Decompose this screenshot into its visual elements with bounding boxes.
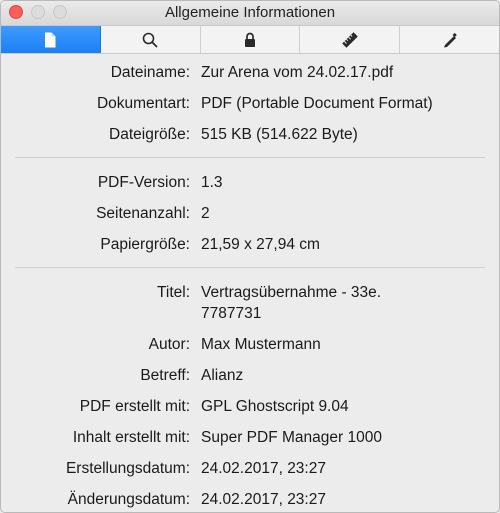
pdf-producer-value: GPL Ghostscript 9.04: [201, 398, 349, 415]
subject-value: Alianz: [201, 367, 244, 384]
title-value: Vertragsübernahme - 33e. 7787731: [201, 284, 382, 322]
creation-date-value: 24.02.2017, 23:27: [201, 460, 326, 477]
title-label: Titel:: [156, 284, 190, 301]
lock-icon: [244, 32, 256, 48]
section-divider: [15, 267, 485, 268]
minimize-window-button[interactable]: [31, 5, 45, 19]
document-icon: [44, 32, 56, 48]
ruler-icon: [341, 31, 359, 49]
document-type-value: PDF (Portable Document Format): [201, 95, 433, 112]
subject-label: Betreff:: [140, 367, 190, 384]
info-row-pdf-producer: PDF erstellt mit: GPL Ghostscript 9.04: [1, 396, 499, 417]
info-row-paper-size: Papiergröße: 21,59 x 27,94 cm: [1, 234, 499, 255]
author-label: Autor:: [148, 336, 190, 353]
tab-annotations[interactable]: [400, 26, 499, 53]
tab-encryption[interactable]: [201, 26, 301, 53]
inspector-toolbar: [1, 25, 499, 54]
file-size-value: 515 KB (514.622 Byte): [201, 126, 358, 143]
pdf-version-value: 1.3: [201, 174, 223, 191]
modification-date-value: 24.02.2017, 23:27: [201, 491, 326, 508]
info-row-page-count: Seitenanzahl: 2: [1, 203, 499, 224]
info-window: Allgemeine Informationen Dateiname: Zur …: [0, 0, 500, 513]
info-row-document-type: Dokumentart: PDF (Portable Document Form…: [1, 93, 499, 114]
pencil-icon: [442, 32, 458, 48]
info-row-modification-date: Änderungsdatum: 24.02.2017, 23:27: [1, 489, 499, 510]
info-row-author: Autor: Max Mustermann: [1, 334, 499, 355]
file-size-label: Dateigröße:: [109, 126, 190, 143]
info-row-title: Titel: Vertragsübernahme - 33e. 7787731: [1, 282, 499, 324]
pdf-producer-label: PDF erstellt mit:: [79, 398, 190, 415]
info-row-pdf-version: PDF-Version: 1.3: [1, 172, 499, 193]
page-count-label: Seitenanzahl:: [96, 205, 190, 222]
tab-cropping[interactable]: [300, 26, 401, 53]
window-title: Allgemeine Informationen: [164, 4, 336, 21]
creation-date-label: Erstellungsdatum:: [65, 460, 190, 477]
window-controls: [9, 5, 67, 19]
paper-size-label: Papiergröße:: [100, 236, 190, 253]
zoom-window-button[interactable]: [53, 5, 67, 19]
page-count-value: 2: [201, 205, 210, 222]
info-row-filename: Dateiname: Zur Arena vom 24.02.17.pdf: [1, 62, 499, 83]
author-value: Max Mustermann: [201, 336, 321, 353]
content-creator-label: Inhalt erstellt mit:: [72, 429, 190, 446]
modification-date-label: Änderungsdatum:: [67, 491, 190, 508]
title-bar[interactable]: Allgemeine Informationen: [1, 1, 499, 25]
search-icon: [142, 32, 158, 48]
info-content: Dateiname: Zur Arena vom 24.02.17.pdf Do…: [1, 54, 499, 510]
info-row-file-size: Dateigröße: 515 KB (514.622 Byte): [1, 124, 499, 145]
document-type-label: Dokumentart:: [96, 95, 190, 112]
pdf-version-label: PDF-Version:: [97, 174, 190, 191]
filename-label: Dateiname:: [110, 64, 190, 81]
paper-size-value: 21,59 x 27,94 cm: [201, 236, 320, 253]
tab-general-info[interactable]: [1, 26, 101, 53]
section-divider: [15, 157, 485, 158]
info-row-subject: Betreff: Alianz: [1, 365, 499, 386]
info-row-content-creator: Inhalt erstellt mit: Super PDF Manager 1…: [1, 427, 499, 448]
content-creator-value: Super PDF Manager 1000: [201, 429, 382, 446]
filename-value: Zur Arena vom 24.02.17.pdf: [201, 64, 394, 81]
tab-search[interactable]: [101, 26, 201, 53]
info-row-creation-date: Erstellungsdatum: 24.02.2017, 23:27: [1, 458, 499, 479]
close-window-button[interactable]: [9, 5, 23, 19]
